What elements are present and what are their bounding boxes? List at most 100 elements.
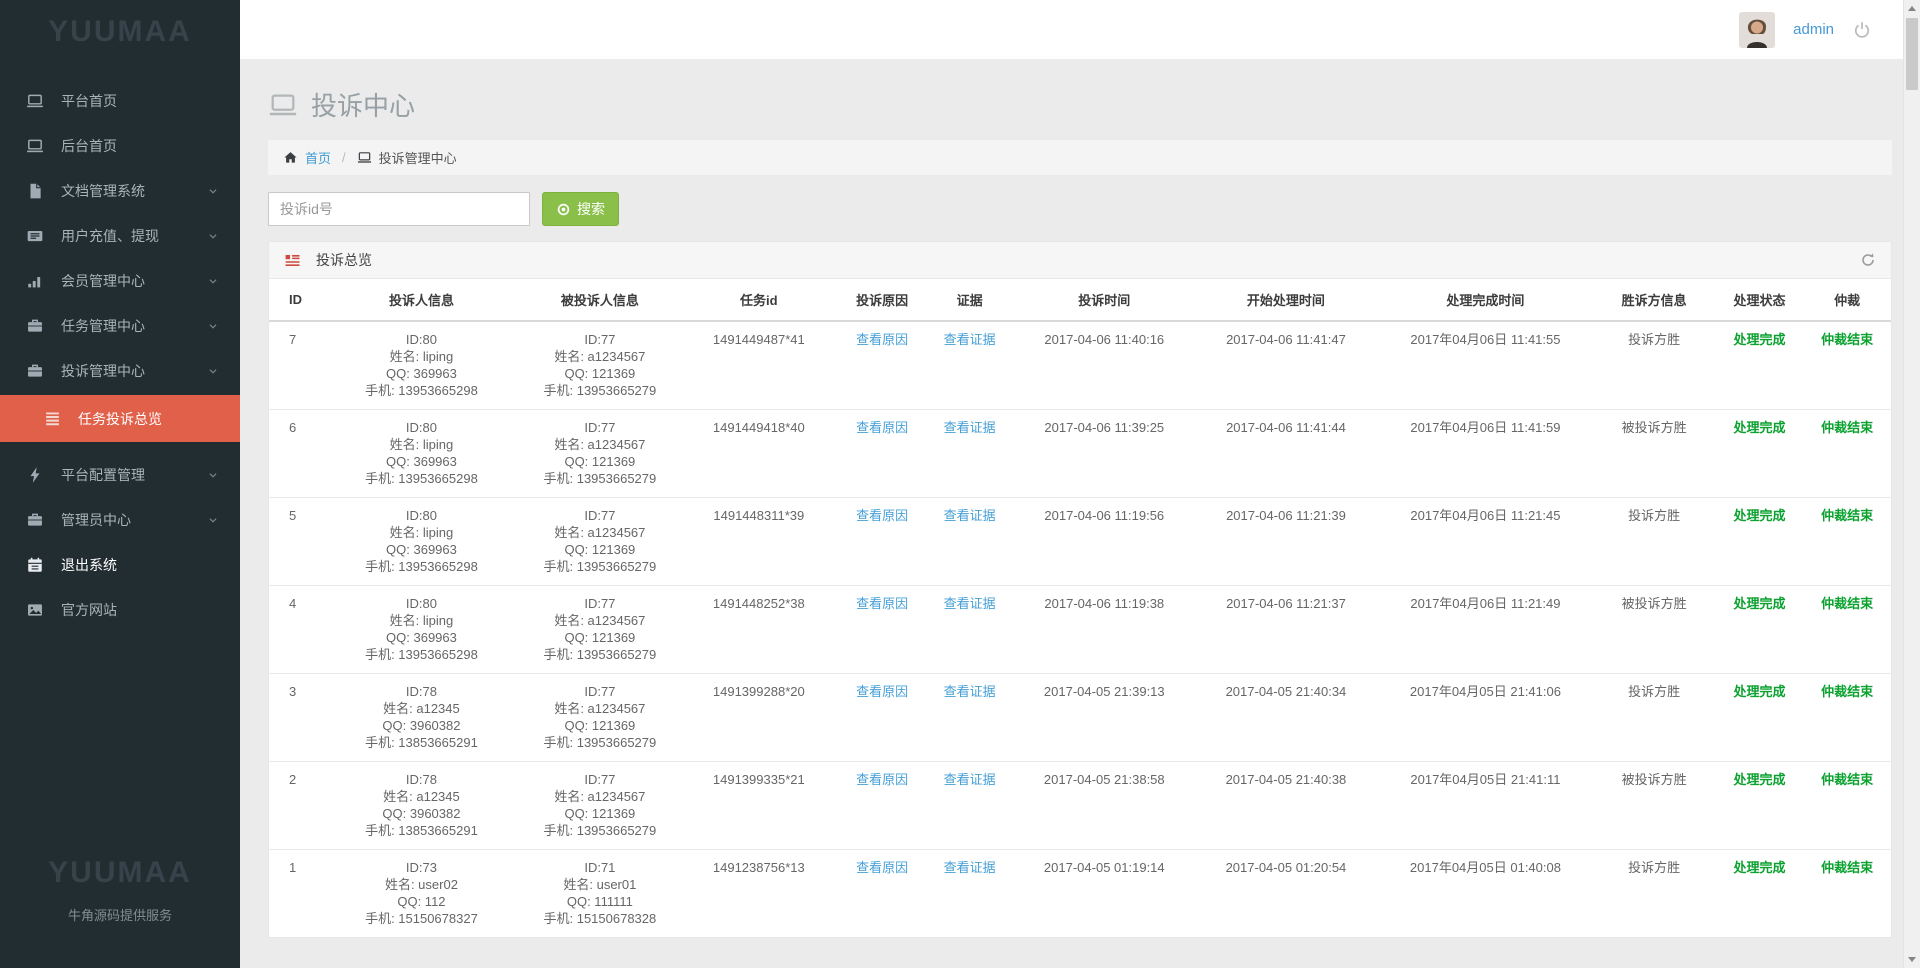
view-reason-link[interactable]: 查看原因 — [856, 772, 908, 787]
info-line-name: 姓名: a1234567 — [554, 789, 646, 804]
arbitration-cell: 仲裁结束 — [1803, 849, 1891, 937]
sidebar-item-label: 管理员中心 — [61, 511, 131, 528]
winner-cell: 被投诉方胜 — [1592, 761, 1716, 850]
sidebar-item-complaints[interactable]: 投诉管理中心 — [0, 348, 240, 393]
info-line-phone: 手机: 15150678328 — [543, 911, 657, 926]
info-line-phone: 手机: 13953665279 — [543, 471, 657, 486]
complainant-info-cell: ID:78 姓名: a12345 QQ: 3960382 手机: 1385366… — [320, 761, 523, 850]
info-line-id: ID:80 — [405, 508, 437, 523]
info-line-qq: QQ: 112 — [397, 894, 446, 909]
sidebar-item-official-site[interactable]: 官方网站 — [0, 587, 240, 632]
info-line-name: 姓名: liping — [389, 525, 454, 540]
footer-tagline: 牛角源码提供服务 — [67, 908, 172, 923]
view-reason-link[interactable]: 查看原因 — [856, 508, 908, 523]
scroll-up-button[interactable] — [1904, 0, 1920, 17]
info-line-qq: QQ: 3960382 — [382, 806, 461, 821]
info-line-name: 姓名: a1234567 — [554, 525, 646, 540]
info-line-name: 姓名: a1234567 — [554, 349, 646, 364]
search-button[interactable]: 搜索 — [542, 192, 619, 226]
complaint-time-cell: 2017-04-06 11:39:25 — [1015, 409, 1194, 498]
winner-cell: 投诉方胜 — [1592, 849, 1716, 937]
start-time-cell: 2017-04-06 11:21:39 — [1193, 497, 1379, 586]
sidebar-item-members[interactable]: 会员管理中心 — [0, 258, 240, 303]
sidebar-item-admins[interactable]: 管理员中心 — [0, 497, 240, 542]
header-complainant: 投诉人信息 — [320, 279, 523, 322]
task-id-cell: 1491449487*41 — [712, 332, 805, 347]
info-line-id: ID:77 — [584, 684, 616, 699]
start-time-cell: 2017-04-05 21:40:34 — [1193, 673, 1379, 762]
chevron-down-icon — [206, 319, 220, 333]
sidebar-item-label: 任务管理中心 — [61, 317, 145, 334]
panel-title: 投诉总览 — [316, 252, 372, 268]
info-line-qq: QQ: 3960382 — [382, 718, 461, 733]
info-line-phone: 手机: 13953665279 — [543, 735, 657, 750]
view-reason-link[interactable]: 查看原因 — [856, 684, 908, 699]
status-cell: 处理完成 — [1733, 332, 1786, 347]
view-reason-link[interactable]: 查看原因 — [856, 332, 908, 347]
app-root: YUUMAA 平台首页 后台首页 文档管理系统 用户充值、提现 会员管理中心 任… — [0, 0, 1920, 968]
complainant-info-cell: ID:80 姓名: liping QQ: 369963 手机: 13953665… — [320, 409, 523, 498]
start-time-cell: 2017-04-06 11:21:37 — [1193, 585, 1379, 674]
complainant-info-cell: ID:78 姓名: a12345 QQ: 3960382 手机: 1385366… — [320, 673, 523, 762]
triangle-up-icon — [1908, 6, 1916, 11]
newspaper-icon — [26, 227, 44, 245]
view-reason-link[interactable]: 查看原因 — [856, 420, 908, 435]
table-row: 7 ID:80 姓名: liping QQ: 369963 手机: 139536… — [269, 321, 1891, 410]
sidebar-item-recharge[interactable]: 用户充值、提现 — [0, 213, 240, 258]
view-reason-link[interactable]: 查看原因 — [856, 596, 908, 611]
view-evidence-link[interactable]: 查看证据 — [944, 772, 996, 787]
sidebar-item-tasks[interactable]: 任务管理中心 — [0, 303, 240, 348]
evidence-cell: 查看证据 — [924, 321, 1015, 410]
avatar-image — [1739, 11, 1776, 48]
scroll-down-button[interactable] — [1904, 951, 1920, 968]
winner-cell: 投诉方胜 — [1592, 497, 1716, 586]
refresh-icon[interactable] — [1860, 252, 1876, 268]
username-link[interactable]: admin — [1793, 21, 1834, 38]
view-evidence-link[interactable]: 查看证据 — [944, 684, 996, 699]
info-line-qq: QQ: 369963 — [386, 366, 457, 381]
topbar: admin — [240, 0, 1920, 59]
sidebar-subitem-label: 任务投诉总览 — [78, 410, 162, 427]
sidebar-item-config[interactable]: 平台配置管理 — [0, 452, 240, 497]
header-reason: 投诉原因 — [839, 279, 925, 322]
status-cell: 处理完成 — [1715, 849, 1804, 937]
view-evidence-link[interactable]: 查看证据 — [944, 596, 996, 611]
info-line-phone: 手机: 15150678327 — [365, 911, 478, 926]
sidebar-footer: YUUMAA 牛角源码提供服务 — [0, 856, 240, 968]
power-icon[interactable] — [1852, 20, 1872, 40]
sidebar-item-docs[interactable]: 文档管理系统 — [0, 168, 240, 213]
search-input[interactable] — [268, 192, 530, 226]
view-evidence-link[interactable]: 查看证据 — [944, 332, 996, 347]
finish-time-cell: 2017年04月05日 21:41:06 — [1378, 673, 1593, 762]
complaint-time-cell: 2017-04-05 21:39:13 — [1015, 673, 1194, 762]
view-evidence-link[interactable]: 查看证据 — [944, 508, 996, 523]
reason-cell: 查看原因 — [839, 497, 925, 586]
breadcrumb-home-link[interactable]: 首页 — [305, 148, 331, 167]
info-line-name: 姓名: user01 — [563, 877, 637, 892]
respondent-info-cell: ID:77 姓名: a1234567 QQ: 121369 手机: 139536… — [522, 673, 678, 762]
view-evidence-link[interactable]: 查看证据 — [944, 420, 996, 435]
sidebar-subitem-complaint-overview[interactable]: 任务投诉总览 — [0, 395, 240, 442]
winner-cell: 投诉方胜 — [1628, 332, 1681, 347]
evidence-cell: 查看证据 — [924, 761, 1016, 850]
info-line-name: 姓名: a12345 — [383, 789, 460, 804]
complaint-time-cell: 2017-04-06 11:19:56 — [1015, 497, 1194, 586]
arbitration-cell: 仲裁结束 — [1803, 673, 1891, 762]
info-line-phone: 手机: 13953665279 — [543, 647, 657, 662]
sidebar-item-logout[interactable]: 退出系统 — [0, 542, 240, 587]
chevron-down-icon — [206, 513, 220, 527]
view-reason-link[interactable]: 查看原因 — [856, 860, 908, 875]
view-evidence-link[interactable]: 查看证据 — [944, 860, 996, 875]
info-line-id: ID:80 — [405, 332, 437, 347]
sidebar-item-admin-home[interactable]: 后台首页 — [0, 123, 240, 168]
info-line-qq: QQ: 121369 — [564, 630, 636, 645]
chart-icon — [26, 272, 44, 290]
sidebar-item-platform-home[interactable]: 平台首页 — [0, 78, 240, 123]
sidebar-item-label: 投诉管理中心 — [61, 362, 145, 379]
chevron-down-icon — [206, 364, 220, 378]
briefcase-icon — [26, 511, 44, 529]
scrollbar-thumb[interactable] — [1906, 18, 1918, 90]
avatar[interactable] — [1739, 11, 1776, 48]
info-line-phone: 手机: 13953665298 — [365, 383, 478, 398]
laptop-icon — [357, 150, 372, 165]
